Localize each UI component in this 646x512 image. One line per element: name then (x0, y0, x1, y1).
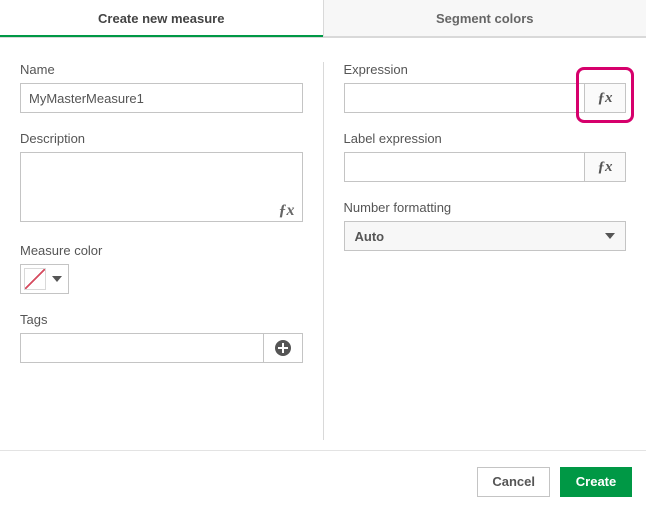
footer: Cancel Create (0, 450, 646, 512)
tags-row (20, 333, 303, 363)
right-column: Expression ƒx Label expression ƒx N (323, 62, 627, 440)
label-expression-row: ƒx (344, 152, 627, 182)
cancel-button[interactable]: Cancel (477, 467, 550, 497)
color-swatch-none-icon (24, 268, 46, 290)
description-label: Description (20, 131, 303, 146)
fx-icon: ƒx (598, 159, 613, 176)
chevron-down-icon (52, 276, 62, 282)
open-expression-editor-button[interactable]: ƒx (584, 83, 626, 113)
expression-label: Expression (344, 62, 627, 77)
description-input[interactable] (20, 152, 303, 222)
label-expression-input[interactable] (344, 152, 585, 182)
description-wrap: ƒx (20, 152, 303, 225)
label-expression-label: Label expression (344, 131, 627, 146)
dialog-root: Create new measure Segment colors Name D… (0, 0, 646, 512)
number-formatting-select[interactable]: Auto (344, 221, 627, 251)
add-tag-button[interactable] (263, 333, 303, 363)
open-label-expression-editor-button[interactable]: ƒx (584, 152, 626, 182)
tags-label: Tags (20, 312, 303, 327)
chevron-down-icon (605, 233, 615, 239)
expression-input[interactable] (344, 83, 585, 113)
expression-row: ƒx (344, 83, 627, 113)
tab-create-new-measure[interactable]: Create new measure (0, 0, 323, 37)
dialog-body: Name Description ƒx Measure color Tags (0, 38, 646, 450)
fx-icon: ƒx (598, 90, 613, 107)
number-formatting-value: Auto (355, 229, 385, 244)
left-column: Name Description ƒx Measure color Tags (20, 62, 323, 440)
name-input[interactable] (20, 83, 303, 113)
plus-circle-icon (274, 339, 292, 357)
create-button[interactable]: Create (560, 467, 632, 497)
tags-input[interactable] (20, 333, 263, 363)
tab-segment-colors[interactable]: Segment colors (323, 0, 646, 37)
measure-color-label: Measure color (20, 243, 303, 258)
tabs: Create new measure Segment colors (0, 0, 646, 38)
name-label: Name (20, 62, 303, 77)
number-formatting-label: Number formatting (344, 200, 627, 215)
measure-color-dropdown[interactable] (20, 264, 69, 294)
